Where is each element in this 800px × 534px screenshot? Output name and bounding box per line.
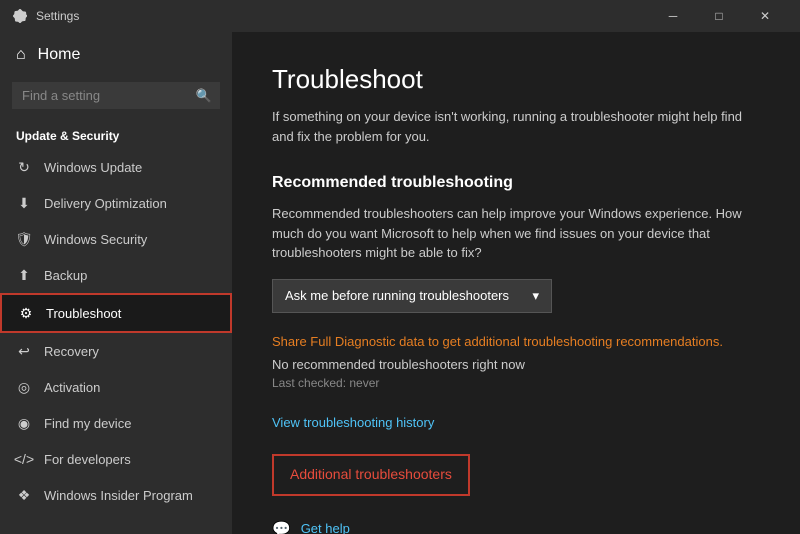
sidebar-item-label: Backup xyxy=(44,268,87,283)
sidebar-item-label: Activation xyxy=(44,380,100,395)
sidebar-item-label: Delivery Optimization xyxy=(44,196,167,211)
no-recommended-text: No recommended troubleshooters right now xyxy=(272,357,760,372)
sidebar-item-find-device[interactable]: ◉ Find my device xyxy=(0,405,232,441)
additional-troubleshooters-label: Additional troubleshooters xyxy=(290,466,452,482)
get-help-item[interactable]: 💬 Get help xyxy=(272,520,760,534)
get-help-icon: 💬 xyxy=(272,520,291,534)
troubleshoot-icon: ⚙ xyxy=(18,305,34,321)
sidebar-item-recovery[interactable]: ↩ Recovery xyxy=(0,333,232,369)
titlebar-controls: ─ □ ✕ xyxy=(650,0,788,32)
additional-troubleshooters-box[interactable]: Additional troubleshooters xyxy=(272,454,470,496)
sidebar-home-label: Home xyxy=(38,46,81,64)
sidebar-item-label: Recovery xyxy=(44,344,99,359)
sidebar-item-delivery-optimization[interactable]: ⬇ Delivery Optimization xyxy=(0,185,232,221)
main-layout: ⌂ Home 🔍 Update & Security ↻ Windows Upd… xyxy=(0,32,800,534)
last-checked-text: Last checked: never xyxy=(272,376,760,390)
delivery-icon: ⬇ xyxy=(16,195,32,211)
titlebar: Settings ─ □ ✕ xyxy=(0,0,800,32)
sidebar-item-backup[interactable]: ⬆ Backup xyxy=(0,257,232,293)
sidebar-search-container: 🔍 xyxy=(12,82,220,109)
sidebar-item-windows-insider[interactable]: ❖ Windows Insider Program xyxy=(0,477,232,513)
security-icon: 🛡 xyxy=(16,231,32,247)
find-device-icon: ◉ xyxy=(16,415,32,431)
view-history-link[interactable]: View troubleshooting history xyxy=(272,415,434,430)
settings-icon xyxy=(12,8,28,24)
sidebar-item-windows-update[interactable]: ↻ Windows Update xyxy=(0,149,232,185)
sidebar-item-home[interactable]: ⌂ Home xyxy=(0,32,232,78)
sidebar-item-label: Windows Insider Program xyxy=(44,488,193,503)
search-icon: 🔍 xyxy=(196,88,212,104)
sidebar-item-troubleshoot[interactable]: ⚙ Troubleshoot xyxy=(0,293,232,333)
sidebar: ⌂ Home 🔍 Update & Security ↻ Windows Upd… xyxy=(0,32,232,534)
sidebar-item-label: Find my device xyxy=(44,416,131,431)
page-subtitle: If something on your device isn't workin… xyxy=(272,107,760,146)
close-button[interactable]: ✕ xyxy=(742,0,788,32)
recovery-icon: ↩ xyxy=(16,343,32,359)
chevron-down-icon: ▾ xyxy=(532,288,539,304)
developers-icon: </> xyxy=(16,451,32,467)
dropdown-value: Ask me before running troubleshooters xyxy=(285,288,524,303)
minimize-button[interactable]: ─ xyxy=(650,0,696,32)
sidebar-section-title: Update & Security xyxy=(0,121,232,149)
recommended-desc: Recommended troubleshooters can help imp… xyxy=(272,204,760,263)
recommended-heading: Recommended troubleshooting xyxy=(272,174,760,192)
troubleshoot-dropdown[interactable]: Ask me before running troubleshooters ▾ xyxy=(272,279,552,313)
sidebar-item-label: Windows Security xyxy=(44,232,147,247)
titlebar-title: Settings xyxy=(36,9,650,23)
activation-icon: ◎ xyxy=(16,379,32,395)
sidebar-item-label: Troubleshoot xyxy=(46,306,121,321)
update-icon: ↻ xyxy=(16,159,32,175)
sidebar-item-windows-security[interactable]: 🛡 Windows Security xyxy=(0,221,232,257)
content-area: Troubleshoot If something on your device… xyxy=(232,32,800,534)
sidebar-item-for-developers[interactable]: </> For developers xyxy=(0,441,232,477)
sidebar-item-label: For developers xyxy=(44,452,131,467)
share-diagnostic-link[interactable]: Share Full Diagnostic data to get additi… xyxy=(272,334,723,349)
sidebar-item-label: Windows Update xyxy=(44,160,142,175)
get-help-label: Get help xyxy=(301,521,350,534)
search-input[interactable] xyxy=(12,82,220,109)
maximize-button[interactable]: □ xyxy=(696,0,742,32)
home-icon: ⌂ xyxy=(16,46,26,64)
backup-icon: ⬆ xyxy=(16,267,32,283)
sidebar-item-activation[interactable]: ◎ Activation xyxy=(0,369,232,405)
page-title: Troubleshoot xyxy=(272,64,760,95)
insider-icon: ❖ xyxy=(16,487,32,503)
